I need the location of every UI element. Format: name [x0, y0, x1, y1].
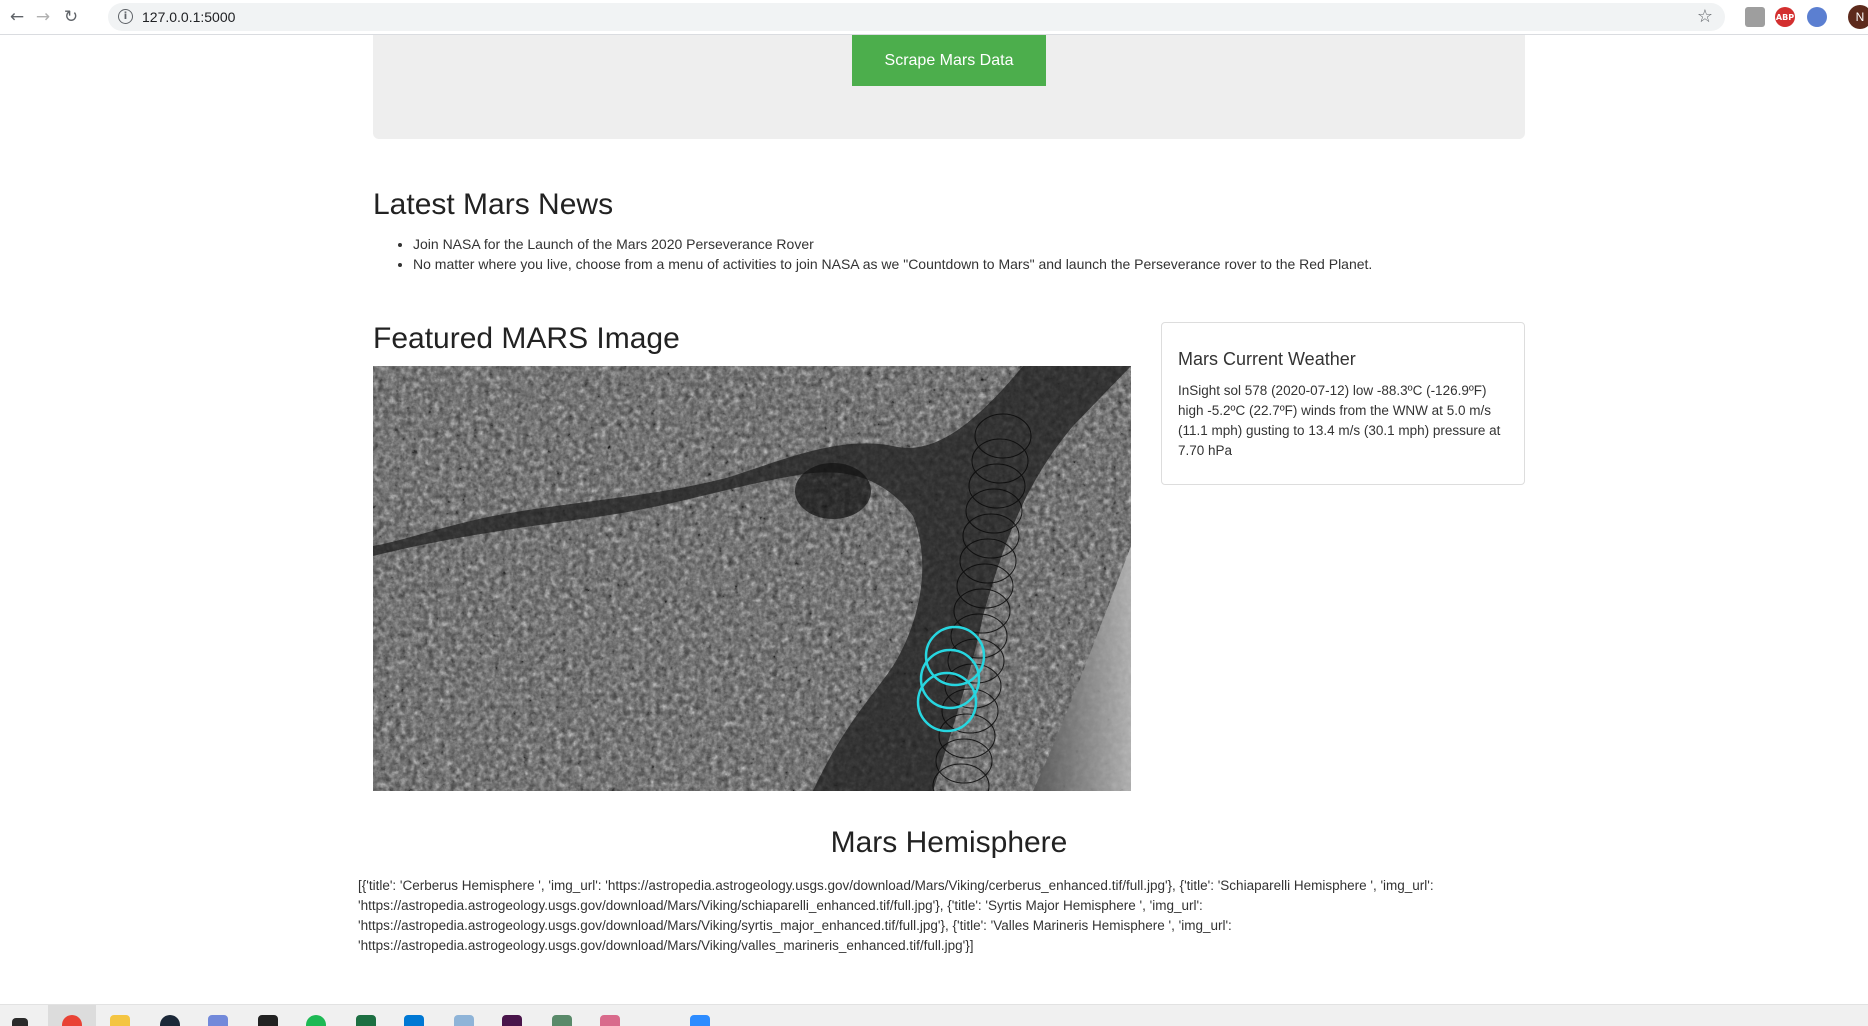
discord-icon[interactable] — [208, 1015, 228, 1026]
address-url[interactable]: 127.0.0.1:5000 — [142, 9, 235, 25]
news-list: Join NASA for the Launch of the Mars 202… — [413, 234, 1372, 274]
star-icon[interactable]: ☆ — [1697, 6, 1713, 27]
hemisphere-data: [{'title': 'Cerberus Hemisphere ', 'img_… — [358, 878, 1434, 953]
reload-icon[interactable]: ↻ — [60, 6, 82, 28]
back-icon[interactable]: ← — [6, 6, 28, 28]
app-icon-2[interactable] — [600, 1015, 620, 1026]
weather-card: Mars Current Weather InSight sol 578 (20… — [1161, 322, 1525, 485]
forward-icon[interactable]: → — [32, 6, 54, 28]
github-icon[interactable] — [258, 1015, 278, 1026]
spotify-icon[interactable] — [306, 1015, 326, 1026]
scrape-button[interactable]: Scrape Mars Data — [852, 35, 1046, 86]
adblock-icon[interactable]: ABP — [1775, 7, 1795, 27]
browser-toolbar: ← → ↻ i 127.0.0.1:5000 ☆ ABP N — [0, 0, 1868, 35]
vscode-icon[interactable] — [404, 1015, 424, 1026]
steam-icon[interactable] — [160, 1015, 180, 1026]
paint-icon[interactable] — [454, 1015, 474, 1026]
news-title: Join NASA for the Launch of the Mars 202… — [413, 234, 1372, 254]
file-explorer-icon[interactable] — [110, 1015, 130, 1026]
featured-image-heading: Featured MARS Image — [373, 322, 680, 355]
app-icon[interactable] — [552, 1015, 572, 1026]
info-icon[interactable]: i — [118, 9, 133, 24]
taskbar — [0, 1004, 1868, 1026]
extension-icon-3[interactable] — [1807, 7, 1827, 27]
news-heading: Latest Mars News — [373, 188, 614, 221]
featured-mars-image[interactable] — [373, 366, 1131, 791]
zoom-icon[interactable] — [690, 1015, 710, 1026]
hemisphere-heading: Mars Hemisphere — [830, 826, 1068, 859]
news-paragraph: No matter where you live, choose from a … — [413, 254, 1372, 274]
weather-text: InSight sol 578 (2020-07-12) low -88.3ºC… — [1178, 383, 1501, 458]
extension-icon-1[interactable] — [1745, 7, 1765, 27]
slack-icon[interactable] — [502, 1015, 522, 1026]
windows-start-icon[interactable] — [12, 1018, 28, 1026]
avatar[interactable]: N — [1848, 5, 1868, 29]
address-bar[interactable]: i 127.0.0.1:5000 ☆ — [108, 3, 1725, 31]
weather-title: Mars Current Weather — [1178, 349, 1356, 369]
excel-icon[interactable] — [356, 1015, 376, 1026]
